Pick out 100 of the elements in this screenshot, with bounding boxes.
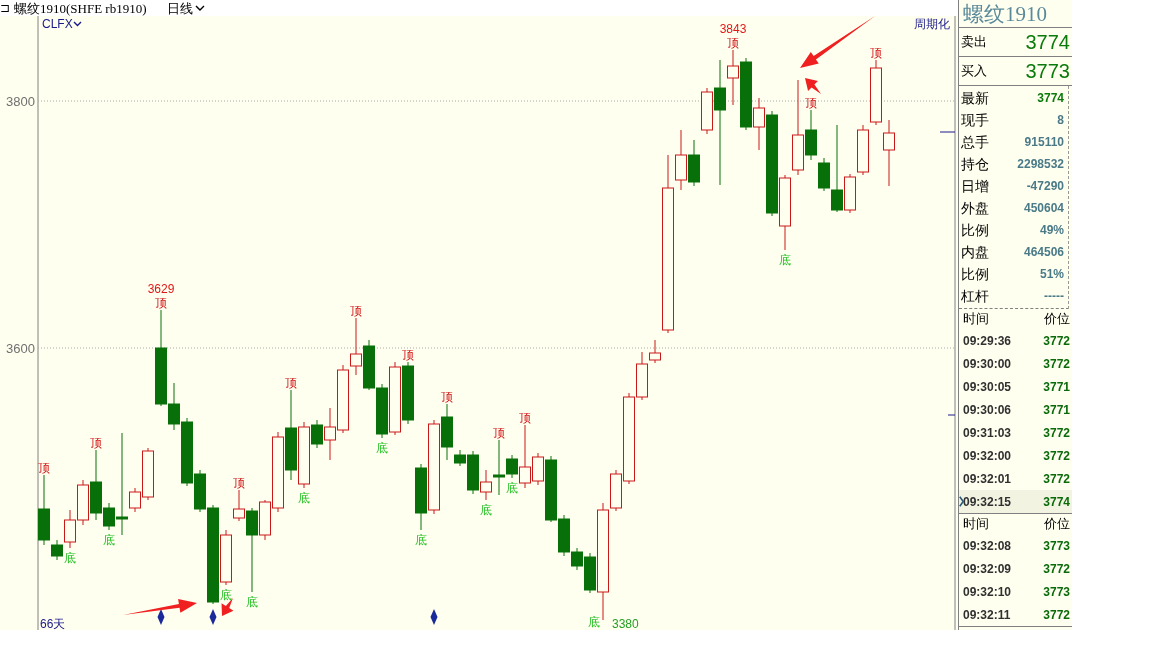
- top-signal-label: 顶: [38, 461, 50, 475]
- candle: [883, 119, 895, 187]
- trade-price: 3772: [1043, 424, 1070, 442]
- bottom-signal-label: 底: [103, 533, 115, 547]
- top-signal-label: 顶: [90, 436, 102, 450]
- bottom-signal-label: 底: [480, 503, 492, 517]
- top-signal-label: 顶: [155, 296, 167, 310]
- candle: [376, 383, 388, 439]
- stat-label: 比例: [961, 220, 989, 240]
- stat-label: 外盘: [961, 198, 989, 218]
- top-signal-label: 顶: [350, 304, 362, 318]
- top-signal-label: 顶: [441, 390, 453, 404]
- chevron-down-icon: [194, 4, 205, 12]
- bottom-signal-label: 底: [506, 481, 518, 495]
- trade-time: 09:30:06: [963, 401, 1012, 419]
- column-header: 价位: [1044, 310, 1070, 329]
- trade-price: 3773: [1043, 537, 1070, 555]
- quote-price: 3773: [1025, 59, 1070, 84]
- trade-price: 3772: [1043, 470, 1070, 488]
- candle: [857, 124, 869, 176]
- top-signal-label: 顶: [870, 46, 882, 60]
- trade-time: 09:32:01: [963, 470, 1012, 488]
- column-header: 时间: [963, 515, 989, 534]
- bottom-signal-label: 底: [64, 551, 76, 565]
- diamond-marker: [430, 609, 438, 625]
- top-signal-label: 顶: [285, 376, 297, 390]
- stat-value: 450604: [1023, 200, 1064, 217]
- top-signal-label: 顶: [805, 96, 817, 110]
- stat-label: 总手: [961, 132, 989, 152]
- candle: [363, 339, 375, 391]
- price-axis-label: 3800: [6, 94, 35, 109]
- trade-time: 09:32:09: [963, 560, 1012, 578]
- trade-price: 3774: [1043, 493, 1070, 511]
- stat-label: 内盘: [961, 242, 989, 262]
- column-header: 价位: [1044, 515, 1070, 534]
- candle: [415, 463, 427, 531]
- extreme-price-label: 3380: [612, 617, 639, 630]
- column-header: 时间: [963, 310, 989, 329]
- stat-value: 8: [1057, 112, 1064, 129]
- arrow: [805, 78, 821, 94]
- period-dropdown[interactable]: 日线: [166, 1, 205, 15]
- quote-price: 3774: [1025, 30, 1070, 55]
- diamond-marker: [209, 609, 217, 625]
- trade-price: 3772: [1043, 332, 1070, 350]
- stat-value: 464506: [1023, 244, 1064, 261]
- trade-time: 09:31:03: [963, 424, 1012, 442]
- top-signal-label: 顶: [493, 426, 505, 440]
- stat-value: -----: [1044, 288, 1064, 305]
- stat-label: 现手: [961, 110, 989, 130]
- bottom-signal-label: 底: [220, 588, 232, 602]
- indicator-dropdown[interactable]: CLFX: [42, 18, 82, 30]
- day-count-label: 66天: [40, 617, 66, 630]
- bottom-signal-label: 底: [588, 615, 600, 629]
- bottom-signal-label: 底: [376, 441, 388, 455]
- bottom-signal-label: 底: [298, 491, 310, 505]
- top-signal-label: 顶: [519, 411, 531, 425]
- trade-time: 09:32:11: [963, 606, 1011, 624]
- trade-price: 3771: [1043, 401, 1070, 419]
- stat-value: 3774: [1037, 90, 1064, 107]
- window-icon: ⊐: [0, 2, 10, 14]
- top-signal-label: 顶: [402, 348, 414, 362]
- stat-label: 日增: [961, 176, 989, 196]
- candle: [337, 364, 349, 434]
- trade-price: 3771: [1043, 378, 1070, 396]
- candle: [688, 139, 700, 187]
- trade-time: 09:32:00: [963, 447, 1012, 465]
- bottom-signal-label: 底: [415, 533, 427, 547]
- top-signal-label: 顶: [727, 36, 739, 50]
- extreme-price-label: 3629: [147, 282, 175, 296]
- candle: [402, 361, 414, 425]
- candle: [350, 317, 362, 376]
- trade-time: 09:32:10: [963, 583, 1012, 601]
- trade-time: 09:30:00: [963, 355, 1012, 373]
- bottom-signal-label: 底: [779, 253, 791, 267]
- instrument-name: 螺纹1910: [959, 0, 1072, 28]
- bottom-signal-label: 底: [246, 595, 258, 609]
- stat-label: 最新: [961, 88, 989, 108]
- price-level-line: [939, 131, 956, 133]
- quote-label: 买入: [961, 62, 987, 81]
- trade-time: 09:32:08: [963, 537, 1012, 555]
- stat-label: 比例: [961, 264, 989, 284]
- stat-label: 持仓: [961, 154, 989, 174]
- price-axis-label: 3600: [6, 341, 35, 356]
- quote-label: 卖出: [961, 33, 987, 52]
- trade-time: 09:29:36: [963, 332, 1012, 350]
- trade-price: 3772: [1043, 447, 1070, 465]
- trade-price: 3773: [1043, 583, 1070, 601]
- trade-time: 09:30:05: [963, 378, 1012, 396]
- stat-label: 杠杆: [961, 286, 989, 306]
- trade-price: 3772: [1043, 560, 1070, 578]
- diamond-marker: [157, 609, 165, 625]
- stat-value: 915110: [1024, 134, 1064, 151]
- trade-price: 3772: [1043, 355, 1070, 373]
- window-title: 螺纹1910(SHFE rb1910): [14, 1, 147, 15]
- price-level-line: [947, 414, 956, 416]
- top-signal-label: 顶: [233, 476, 245, 490]
- periodize-button[interactable]: 周期化: [914, 18, 950, 30]
- stat-value: 49%: [1039, 222, 1064, 239]
- candle: [870, 59, 882, 126]
- stat-value: -47290: [1026, 178, 1064, 195]
